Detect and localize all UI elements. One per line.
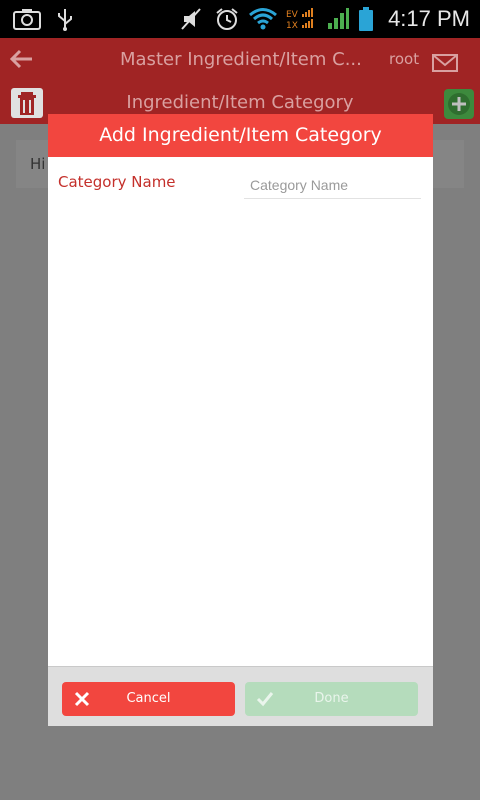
back-arrow-icon[interactable] xyxy=(6,44,36,74)
list-item-label: Hi xyxy=(30,155,46,173)
alarm-icon xyxy=(216,8,238,30)
done-button-label: Done xyxy=(314,691,349,706)
svg-text:1X: 1X xyxy=(286,21,298,31)
camera-icon xyxy=(13,9,41,30)
evdo-signal-icon: EV 1X xyxy=(286,8,313,31)
dialog-footer: Cancel Done xyxy=(48,666,433,726)
mute-icon xyxy=(181,8,201,30)
status-time: 4:17 PM xyxy=(388,6,470,31)
add-button[interactable] xyxy=(444,89,474,119)
user-name[interactable]: root xyxy=(389,49,419,69)
usb-icon xyxy=(58,9,72,31)
cancel-button[interactable]: Cancel xyxy=(62,682,235,716)
done-button[interactable]: Done xyxy=(245,682,418,716)
cancel-button-label: Cancel xyxy=(126,691,171,706)
dialog-title: Add Ingredient/Item Category xyxy=(99,124,382,146)
page-subtitle: Ingredient/Item Category xyxy=(126,92,354,113)
dialog-header: Add Ingredient/Item Category xyxy=(48,114,433,157)
wifi-icon xyxy=(249,8,277,30)
mail-icon[interactable] xyxy=(432,54,458,72)
app-bar: Master Ingredient/Item C... root Ingredi… xyxy=(0,38,480,124)
category-name-label: Category Name xyxy=(58,173,176,191)
category-name-input[interactable] xyxy=(244,171,421,199)
svg-text:EV: EV xyxy=(286,10,299,20)
add-icon xyxy=(448,93,470,115)
add-category-dialog: Add Ingredient/Item Category Category Na… xyxy=(48,114,433,726)
status-bar: EV 1X 4:17 PM xyxy=(0,0,480,38)
app-title: Master Ingredient/Item C... xyxy=(120,49,362,70)
cell-signal-icon xyxy=(328,8,349,29)
battery-icon xyxy=(359,7,373,31)
